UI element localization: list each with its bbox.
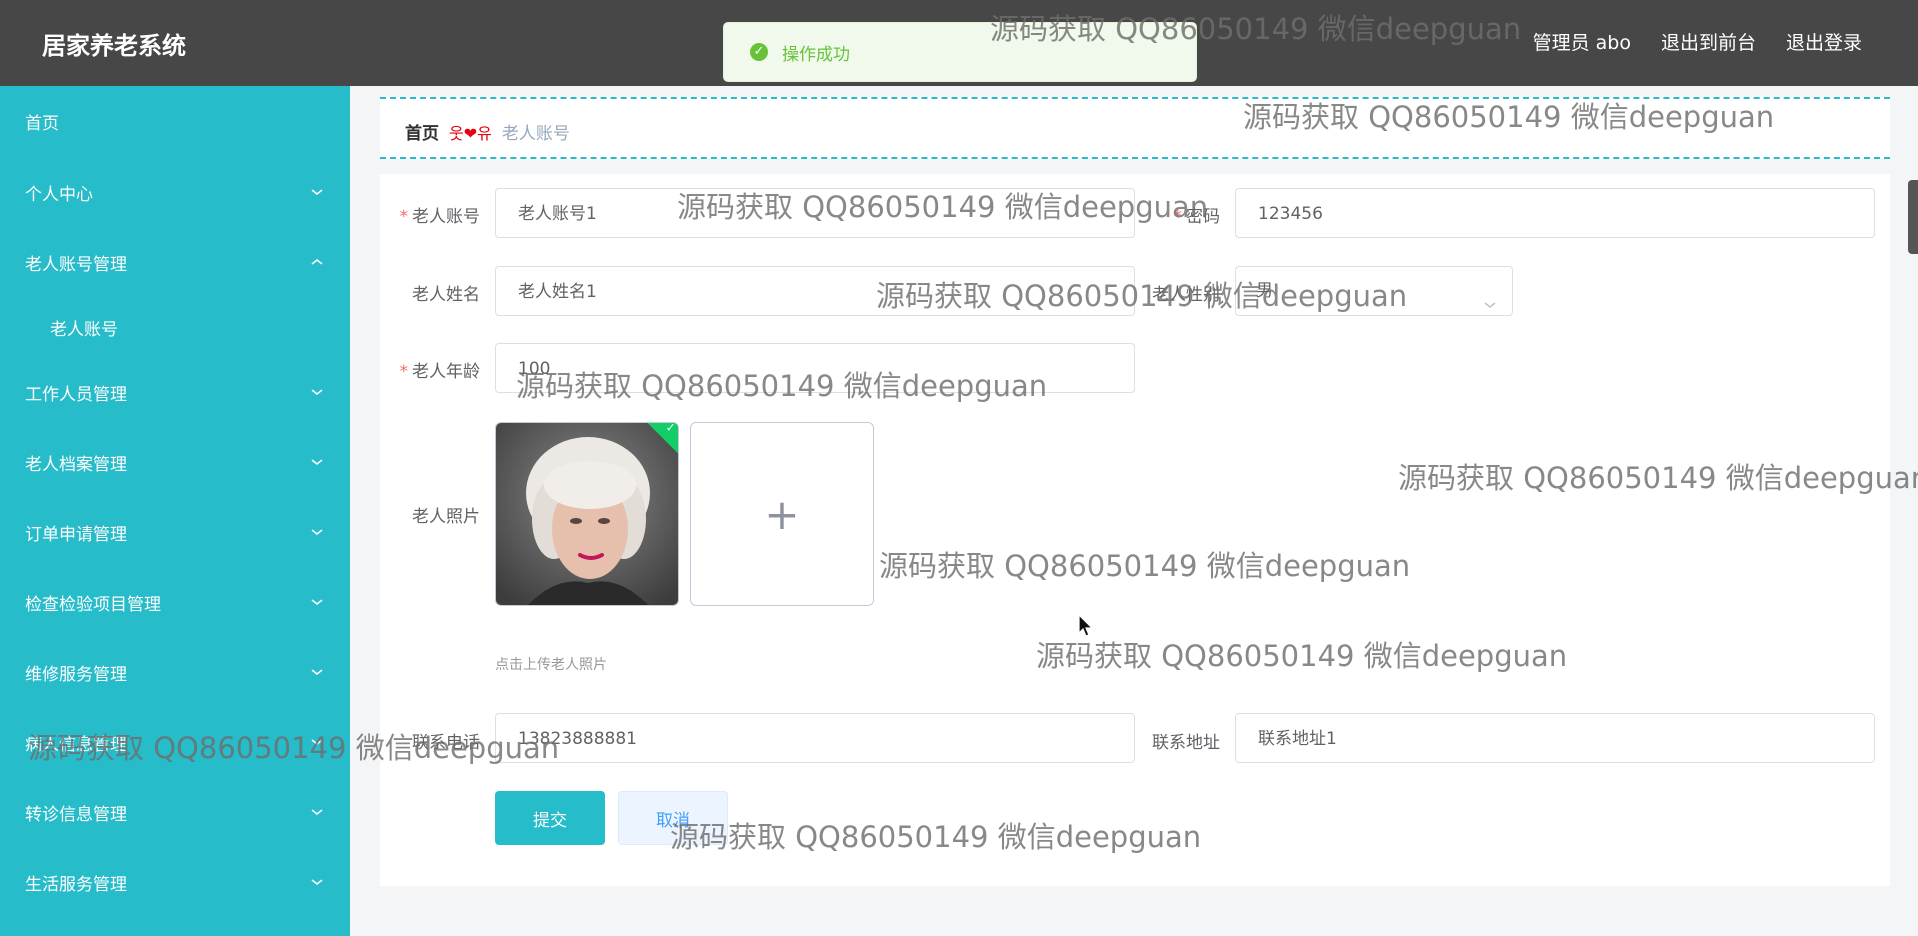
address-field[interactable] — [1235, 713, 1875, 764]
sidebar-item-repair-mgmt[interactable]: 维修服务管理 — [0, 640, 350, 704]
sidebar-item-referral-mgmt[interactable]: 转诊信息管理 — [0, 780, 350, 844]
toast-message: 操作成功 — [782, 44, 850, 65]
gender-selected-value: 男 — [1256, 281, 1273, 301]
exit-to-front-link[interactable]: 退出到前台 — [1661, 28, 1756, 55]
sidebar-item-label: 个人中心 — [25, 184, 93, 205]
sidebar-item-home[interactable]: 首页 — [0, 89, 350, 153]
password-field[interactable] — [1235, 188, 1875, 239]
address-input[interactable] — [1256, 714, 1848, 764]
chevron-down-icon — [309, 524, 325, 540]
gender-label: 老人性别 — [1152, 285, 1220, 305]
sidebar-item-elder-account[interactable]: 老人账号 — [0, 295, 350, 359]
right-edge-tab[interactable] — [1908, 180, 1918, 254]
chevron-down-icon — [309, 804, 325, 820]
sidebar-item-patient-mgmt[interactable]: 病人信息管理 — [0, 710, 350, 774]
name-field[interactable] — [495, 266, 1135, 317]
sidebar-item-order-mgmt[interactable]: 订单申请管理 — [0, 500, 350, 564]
gender-select[interactable]: 男 — [1235, 266, 1513, 316]
logout-link[interactable]: 退出登录 — [1786, 28, 1862, 55]
elder-portrait-image — [496, 423, 678, 605]
chevron-down-icon — [309, 184, 325, 200]
sidebar-item-label: 工作人员管理 — [25, 384, 127, 405]
elder-photo-thumbnail[interactable]: ✓ — [495, 422, 679, 606]
sidebar-item-exam-mgmt[interactable]: 检查检验项目管理 — [0, 570, 350, 634]
sidebar-item-elder-account-mgmt[interactable]: 老人账号管理 — [0, 230, 350, 294]
breadcrumb-separator: 웃❤유 — [449, 123, 492, 143]
check-icon: ✓ — [665, 422, 676, 435]
sidebar-item-label: 转诊信息管理 — [25, 804, 127, 825]
app-title: 居家养老系统 — [42, 32, 186, 60]
admin-username[interactable]: 管理员 abo — [1533, 28, 1631, 55]
sidebar-item-label: 首页 — [25, 113, 59, 134]
sidebar-item-label: 维修服务管理 — [25, 664, 127, 685]
plus-icon: + — [764, 489, 800, 539]
sidebar-item-label: 检查检验项目管理 — [25, 594, 161, 615]
chevron-down-icon — [309, 734, 325, 750]
phone-input[interactable] — [516, 714, 1108, 764]
sidebar-item-elder-archive-mgmt[interactable]: 老人档案管理 — [0, 430, 350, 494]
account-input[interactable] — [516, 189, 1108, 239]
submit-button[interactable]: 提交 — [495, 791, 605, 845]
success-toast: ✓ 操作成功 — [723, 22, 1197, 82]
mouse-cursor-icon — [1078, 613, 1094, 642]
sidebar-item-label: 病人信息管理 — [25, 734, 127, 755]
sidebar-item-personal-center[interactable]: 个人中心 — [0, 160, 350, 224]
chevron-down-icon — [309, 384, 325, 400]
sidebar-item-label: 生活服务管理 — [25, 874, 127, 895]
breadcrumb-trail: 首页 웃❤유 老人账号 — [405, 119, 570, 145]
chevron-down-icon — [1482, 284, 1498, 332]
upload-plus-button[interactable]: + — [690, 422, 874, 606]
chevron-down-icon — [309, 874, 325, 890]
chevron-up-icon — [309, 254, 325, 270]
cancel-button[interactable]: 取消 — [618, 791, 728, 845]
photo-label: 老人照片 — [412, 507, 480, 527]
breadcrumb-current: 老人账号 — [501, 124, 570, 144]
age-label: * 老人年龄 — [399, 362, 481, 382]
age-field[interactable] — [495, 343, 1135, 394]
chevron-down-icon — [309, 594, 325, 610]
sidebar-item-label: 老人档案管理 — [25, 454, 127, 475]
password-label: * 密码 — [1173, 207, 1221, 227]
name-input[interactable] — [516, 267, 1108, 317]
check-circle-icon: ✓ — [750, 43, 768, 61]
account-label: * 老人账号 — [399, 207, 481, 227]
breadcrumb-home[interactable]: 首页 — [405, 119, 439, 144]
phone-label: 联系电话 — [412, 733, 480, 753]
account-field[interactable] — [495, 188, 1135, 239]
breadcrumb: 首页 웃❤유 老人账号 — [380, 97, 1890, 159]
chevron-down-icon — [309, 664, 325, 680]
password-input[interactable] — [1256, 189, 1848, 239]
sidebar-item-label: 老人账号 — [50, 319, 118, 340]
sidebar-item-staff-mgmt[interactable]: 工作人员管理 — [0, 360, 350, 424]
name-label: 老人姓名 — [412, 285, 480, 305]
sidebar: 首页 个人中心 老人账号管理 老人账号 工作人员管理 老人档案管理 订单申请管理… — [0, 86, 350, 936]
sidebar-item-life-service-mgmt[interactable]: 生活服务管理 — [0, 850, 350, 914]
phone-field[interactable] — [495, 713, 1135, 764]
header-links: 管理员 abo 退出到前台 退出登录 — [1533, 28, 1862, 55]
upload-hint: 点击上传老人照片 — [495, 657, 607, 673]
sidebar-item-label: 订单申请管理 — [25, 524, 127, 545]
sidebar-item-label: 老人账号管理 — [25, 254, 127, 275]
chevron-down-icon — [309, 454, 325, 470]
age-input[interactable] — [516, 344, 1108, 394]
address-label: 联系地址 — [1152, 733, 1220, 753]
